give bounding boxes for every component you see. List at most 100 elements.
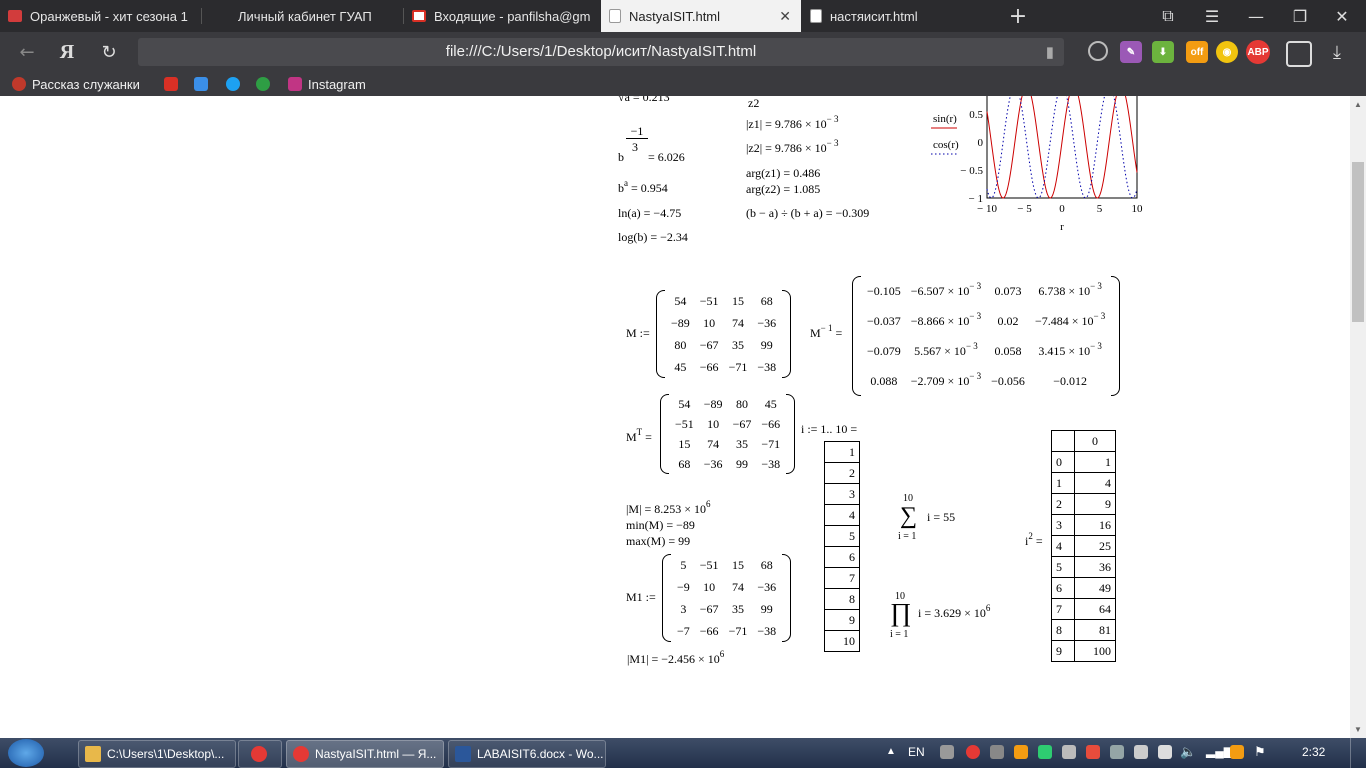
matrix-cell: 54	[674, 293, 687, 308]
tray-arrow-icon[interactable]: ▲	[886, 746, 896, 757]
isq-value-cell: 100	[1074, 640, 1116, 662]
exp-numerator: −1	[630, 124, 644, 138]
tray-icon[interactable]	[990, 745, 1004, 759]
tab-title: Оранжевый - хит сезона 1	[30, 8, 188, 24]
matrix-cell: −38	[757, 623, 777, 638]
tray-icon[interactable]	[1230, 745, 1244, 759]
matrix-cell: −0.105	[867, 283, 901, 298]
bookmark-green[interactable]	[256, 75, 276, 93]
tray-icon[interactable]	[1110, 745, 1124, 759]
i-value-cell: 5	[824, 525, 860, 547]
taskbar-nastyaisit[interactable]: NastyaISIT.html — Я...	[286, 740, 444, 768]
matrix-cell: −66	[761, 416, 781, 431]
right-paren	[1111, 276, 1121, 396]
flag-icon[interactable]: ⚑	[1254, 744, 1266, 760]
isq-index-cell: 7	[1051, 598, 1075, 620]
tab-nastyaisit-active[interactable]: NastyaISIT.html ✕	[601, 0, 801, 32]
matrix-cell: 99	[760, 337, 773, 352]
menu-icon[interactable]: ☰	[1192, 0, 1232, 32]
matrix-cell: 5	[680, 557, 687, 572]
yandex-browser-icon	[293, 746, 309, 762]
sync-icon[interactable]	[1286, 41, 1312, 67]
volume-icon[interactable]: 🔈	[1180, 744, 1196, 760]
bookmark-gmail[interactable]	[164, 75, 184, 93]
isq-index-cell: 3	[1051, 514, 1075, 536]
opera-tray-icon[interactable]	[966, 745, 980, 759]
bookmark-instagram[interactable]: Instagram	[288, 75, 366, 93]
bookmark-chat[interactable]	[194, 75, 214, 93]
matrix-cell: −0.012	[1053, 373, 1088, 388]
x-axis-label: r	[1060, 221, 1064, 233]
minimize-icon[interactable]: —	[1236, 0, 1276, 32]
tab-strip: Оранжевый - хит сезона 1 Личный кабинет …	[0, 0, 1366, 32]
tray-icon[interactable]	[1086, 745, 1100, 759]
tabs-overview-icon[interactable]: ⧉	[1148, 0, 1188, 32]
taskbar-word[interactable]: LABAISIT6.docx - Wo...	[448, 740, 606, 768]
bookmark-icon[interactable]: ▮	[1046, 43, 1054, 62]
ext-circle-icon[interactable]: ◉	[1216, 41, 1238, 63]
matrix-cell: 45	[674, 359, 687, 374]
feather-icon[interactable]: ✎	[1120, 41, 1142, 63]
scroll-up-icon[interactable]: ▲	[1354, 100, 1362, 109]
yandex-logo-icon[interactable]: Я	[50, 32, 84, 72]
bookmarks-bar: Рассказ служанки Instagram	[0, 72, 1366, 96]
restore-icon[interactable]: ❐	[1280, 0, 1320, 32]
b-power-result: = 6.026	[648, 150, 685, 164]
taskbar-explorer[interactable]: C:\Users\1\Desktop\...	[78, 740, 236, 768]
downloads-icon[interactable]: ⤓	[1320, 32, 1354, 72]
matrix-cell: 99	[735, 456, 748, 471]
lightbulb-icon[interactable]	[1088, 41, 1108, 61]
det-m1-text: |M1| = −2.456 × 10	[627, 652, 720, 666]
x-tick-label: − 5	[1017, 203, 1032, 215]
adblock-icon[interactable]: ABP	[1246, 40, 1270, 64]
scrollbar-thumb[interactable]	[1352, 162, 1364, 322]
back-arrow-icon[interactable]: ←	[10, 32, 44, 72]
scroll-down-icon[interactable]: ▼	[1354, 725, 1362, 734]
page-icon	[210, 10, 230, 22]
taskbar-yandex[interactable]	[238, 740, 282, 768]
det-m1: |M1| = −2.456 × 106	[627, 650, 724, 667]
tray-icon[interactable]	[1062, 745, 1076, 759]
matrix-cell: 10	[703, 315, 716, 330]
bookmark-twitter[interactable]	[226, 75, 246, 93]
download-ext-icon[interactable]: ⬇	[1152, 41, 1174, 63]
tab-guap[interactable]: Личный кабинет ГУАП	[202, 0, 402, 32]
matrix-cell: 74	[731, 579, 744, 594]
bookmark-handmaids-tale[interactable]: Рассказ служанки	[12, 75, 140, 93]
close-tab-icon[interactable]: ✕	[779, 8, 791, 25]
windows-start-icon[interactable]	[8, 739, 44, 767]
isq-index-cell: 9	[1051, 640, 1075, 662]
show-desktop-button[interactable]	[1350, 738, 1366, 768]
matrix-cell: 45	[764, 396, 777, 411]
reload-icon[interactable]: ↻	[92, 32, 126, 72]
tray-icon[interactable]	[1158, 745, 1172, 759]
tab-orange[interactable]: Оранжевый - хит сезона 1	[0, 0, 200, 32]
tray-icon[interactable]	[940, 745, 954, 759]
tab-nastyaisit-2[interactable]: настяисит.html	[802, 0, 1002, 32]
det-m-text: |M| = 8.253 × 10	[626, 502, 707, 516]
language-indicator[interactable]: EN	[908, 745, 925, 759]
isq-header-cell: 0	[1074, 430, 1116, 452]
close-window-icon[interactable]: ✕	[1322, 0, 1362, 32]
tray-icon[interactable]	[1014, 745, 1028, 759]
matrix-cell: −38	[757, 359, 777, 374]
savefrom-off-icon[interactable]: off	[1186, 41, 1208, 63]
log-result: log(b) = −2.34	[618, 230, 688, 244]
gmail-icon	[164, 77, 178, 91]
clock[interactable]: 2:32	[1302, 745, 1325, 759]
new-tab-button[interactable]: +	[998, 0, 1038, 32]
matrix-cell: 3.415 × 10− 3	[1038, 340, 1102, 358]
isq-table: 0 0 1 1 4 2 9 3 16 4 25 5 36 6 49 7 64 8 81 9 100	[1051, 430, 1116, 662]
right-paren	[782, 290, 792, 378]
i-value-cell: 6	[824, 546, 860, 568]
arg-z2: arg(z2) = 1.085	[746, 182, 821, 196]
address-bar[interactable]: file:///C:/Users/1/Desktop/исит/NastyaIS…	[138, 38, 1064, 66]
tab-gmail[interactable]: Входящие - panfilsha@gm	[404, 0, 600, 32]
i-value-cell: 8	[824, 588, 860, 610]
tray-icon[interactable]	[1134, 745, 1148, 759]
signal-icon[interactable]: ▂▄▆	[1206, 744, 1233, 759]
shield-icon[interactable]	[1038, 745, 1052, 759]
i-value-cell: 10	[824, 630, 860, 652]
matrix-cell: −66	[699, 623, 719, 638]
taskbar-label: C:\Users\1\Desktop\...	[107, 747, 225, 761]
